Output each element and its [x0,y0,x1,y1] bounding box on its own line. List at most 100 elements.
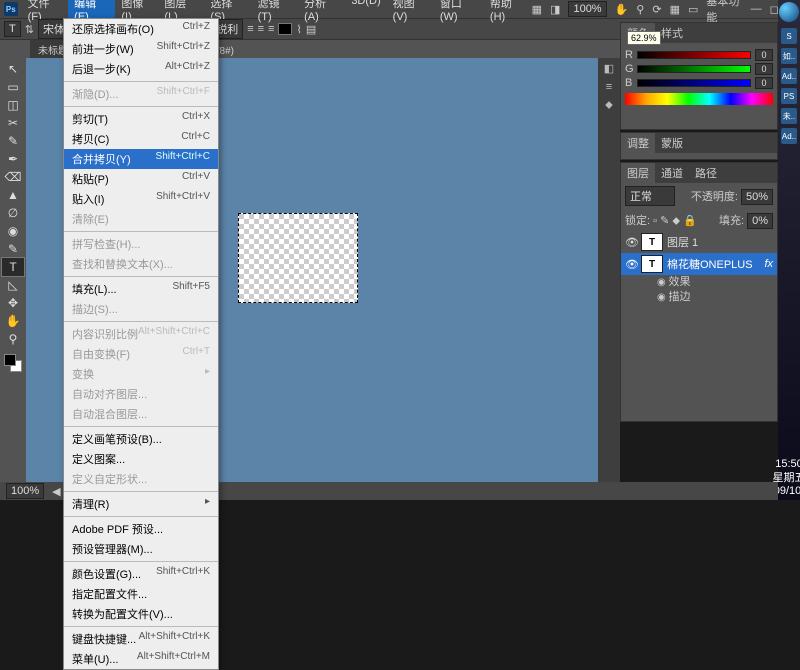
blend-mode[interactable]: 正常 [625,186,675,206]
panel-tab[interactable]: 调整 [621,133,655,153]
menu-entry[interactable]: 菜单(U)...Alt+Shift+Ctrl+M [64,649,218,669]
align-left-icon[interactable]: ≡ [247,23,253,35]
color-swatches[interactable] [4,354,22,372]
tool-button[interactable]: ✎ [2,240,24,258]
text-color[interactable] [278,23,292,35]
tool-button[interactable]: ✋ [2,312,24,330]
menu-entry: 查找和替换文本(X)... [64,254,218,274]
menu-entry: 自动对齐图层... [64,384,218,404]
tool-button[interactable]: ▭ [2,78,24,96]
b-slider[interactable] [637,79,751,87]
layer-effect[interactable]: ◉ 效果 [621,275,777,290]
panel-tab[interactable]: 路径 [689,163,723,183]
menu-item[interactable]: 视图(V) [387,0,434,25]
menu-entry[interactable]: 清理(R)▸ [64,494,218,514]
char-panel-icon[interactable]: ▤ [306,23,316,36]
menu-entry: 自由变换(F)Ctrl+T [64,344,218,364]
menu-entry[interactable]: 还原选择画布(O)Ctrl+Z [64,19,218,39]
menu-entry[interactable]: 拷贝(C)Ctrl+C [64,129,218,149]
menu-entry[interactable]: 贴入(I)Shift+Ctrl+V [64,189,218,209]
toolbar-icon[interactable]: ◨ [550,3,560,16]
align-center-icon[interactable]: ≡ [258,23,264,35]
tool-button[interactable]: ↖ [2,60,24,78]
tool-button[interactable]: ✎ [2,132,24,150]
minimize-icon[interactable]: — [751,3,762,15]
taskbar-item[interactable]: PS [781,88,797,104]
status-zoom[interactable]: 100% [6,483,44,499]
taskbar-item[interactable]: Ad.. [781,68,797,84]
zoom-field[interactable]: 100% [568,1,606,17]
menu-item[interactable]: 帮助(H) [484,0,532,25]
hand-icon[interactable]: ✋ [615,3,629,16]
dock-icon[interactable]: ≡ [606,81,612,93]
menu-entry[interactable]: 填充(L)...Shift+F5 [64,279,218,299]
fx-badge[interactable]: fx [764,258,773,270]
menu-entry[interactable]: 定义画笔预设(B)... [64,429,218,449]
start-button[interactable] [779,2,799,22]
menu-item[interactable]: 分析(A) [298,0,345,25]
g-value[interactable]: 0 [755,63,773,75]
orient-icon[interactable]: ⇅ [25,23,34,36]
tool-button[interactable]: ⌫ [2,168,24,186]
visibility-icon[interactable]: 👁 [625,236,637,249]
zoom-icon[interactable]: ⚲ [636,3,644,16]
visibility-icon[interactable]: 👁 [625,258,637,271]
tool-button[interactable]: ▲ [2,186,24,204]
dock-icon[interactable]: ◧ [604,62,614,75]
r-value[interactable]: 0 [755,49,773,61]
menu-item[interactable]: 窗口(W) [434,0,484,25]
screen-icon[interactable]: ▭ [688,3,698,16]
menu-entry[interactable]: 合并拷贝(Y)Shift+Ctrl+C [64,149,218,169]
opacity-field[interactable]: 50% [741,189,773,205]
menu-entry[interactable]: 预设管理器(M)... [64,539,218,559]
windows-taskbar: S如..Ad..PS未..Ad.. 15:50星期五2009/10/16 [778,0,800,500]
layer-row[interactable]: 👁 T 图层 1 [621,231,777,253]
panel-tab[interactable]: 蒙版 [655,133,689,153]
toolbar-icon[interactable]: ▦ [532,3,542,16]
menu-entry[interactable]: 剪切(T)Ctrl+X [64,109,218,129]
g-slider[interactable] [637,65,751,73]
menu-entry[interactable]: 颜色设置(G)...Shift+Ctrl+K [64,564,218,584]
menu-item[interactable]: 3D(D) [345,0,386,25]
menu-entry[interactable]: 后退一步(K)Alt+Ctrl+Z [64,59,218,79]
menu-entry: 自动混合图层... [64,404,218,424]
menu-entry[interactable]: 定义图案... [64,449,218,469]
rotate-icon[interactable]: ⟳ [652,3,661,16]
layer-row[interactable]: 👁 T 棉花糖ONEPLUS fx [621,253,777,275]
menu-item[interactable]: 滤镜(T) [252,0,299,25]
r-slider[interactable] [637,51,751,59]
tool-button[interactable]: ✥ [2,294,24,312]
tool-preset[interactable]: T [4,21,21,37]
taskbar-item[interactable]: Ad.. [781,128,797,144]
tool-button[interactable]: T [2,258,24,276]
panel-tab[interactable]: 通道 [655,163,689,183]
tool-button[interactable]: ◫ [2,96,24,114]
menu-entry: 定义自定形状... [64,469,218,489]
taskbar-item[interactable]: 如.. [781,48,797,64]
tool-button[interactable]: ✒ [2,150,24,168]
taskbar-item[interactable]: S [781,28,797,44]
warp-icon[interactable]: ⌇ [296,23,301,36]
layer-effect[interactable]: ◉ 描边 [621,290,777,305]
fill-field[interactable]: 0% [747,213,773,229]
view-icon[interactable]: ▦ [670,3,680,16]
menu-entry[interactable]: 粘贴(P)Ctrl+V [64,169,218,189]
menu-entry[interactable]: 指定配置文件... [64,584,218,604]
b-value[interactable]: 0 [755,77,773,89]
menu-entry[interactable]: 转换为配置文件(V)... [64,604,218,624]
menu-entry[interactable]: Adobe PDF 预设... [64,519,218,539]
dock-icon[interactable]: ⬥ [605,99,613,112]
panel-tab[interactable]: 图层 [621,163,655,183]
menu-entry[interactable]: 前进一步(W)Shift+Ctrl+Z [64,39,218,59]
taskbar-item[interactable]: 未.. [781,108,797,124]
tooltip: 62.9% [627,31,661,45]
tool-button[interactable]: ⚲ [2,330,24,348]
menu-entry[interactable]: 键盘快捷键...Alt+Shift+Ctrl+K [64,629,218,649]
align-right-icon[interactable]: ≡ [268,23,274,35]
menu-entry: 渐隐(D)...Shift+Ctrl+F [64,84,218,104]
tool-button[interactable]: ✂ [2,114,24,132]
color-ramp[interactable] [625,93,773,105]
tool-button[interactable]: ◺ [2,276,24,294]
tool-button[interactable]: ∅ [2,204,24,222]
tool-button[interactable]: ◉ [2,222,24,240]
